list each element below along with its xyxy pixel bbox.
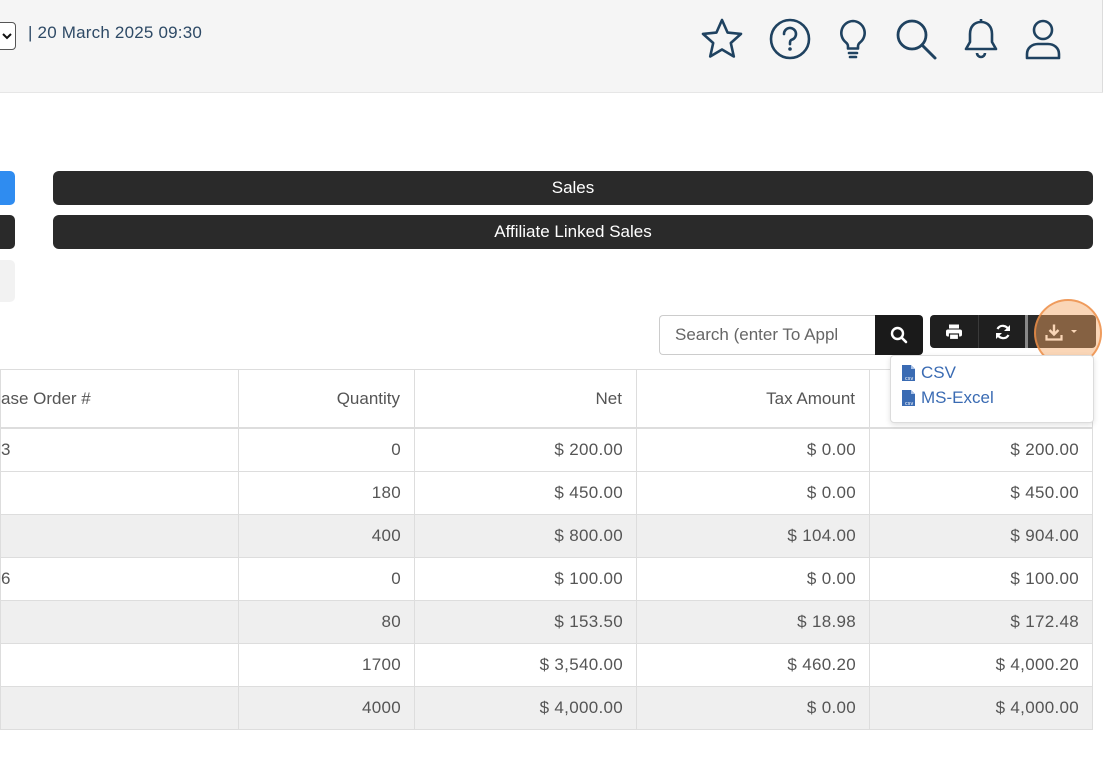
tips-button[interactable]: [827, 14, 879, 64]
cell-purchase-order: 6: [0, 557, 239, 601]
cell-purchase-order: [0, 600, 239, 644]
table-row[interactable]: 1700 $ 3,540.00 $ 460.20 $ 4,000.20: [0, 643, 1093, 687]
cell-tax-amount: $ 0.00: [636, 427, 870, 472]
cell-quantity: 4000: [238, 686, 415, 730]
table-search: [659, 315, 923, 355]
cell-tax-amount: $ 18.98: [636, 600, 870, 644]
csv-file-icon: csv: [902, 365, 915, 382]
print-icon: [946, 324, 962, 340]
cell-quantity: 80: [238, 600, 415, 644]
language-select[interactable]: [0, 22, 16, 50]
cell-net: $ 200.00: [414, 427, 637, 472]
search-input[interactable]: [659, 315, 875, 355]
cell-purchase-order: [0, 471, 239, 515]
cell-total: $ 904.00: [869, 514, 1093, 558]
cell-tax-amount: $ 0.00: [636, 686, 870, 730]
side-tab-light[interactable]: [0, 260, 15, 302]
side-tab-blue[interactable]: [0, 171, 15, 205]
column-header-quantity[interactable]: Quantity: [238, 369, 415, 429]
chevron-down-icon: [2, 33, 12, 40]
favorites-button[interactable]: [696, 14, 748, 64]
bell-icon: [964, 19, 998, 59]
cell-total: $ 100.00: [869, 557, 1093, 601]
cell-net: $ 100.00: [414, 557, 637, 601]
cell-net: $ 450.00: [414, 471, 637, 515]
cell-quantity: 0: [238, 427, 415, 472]
table-row[interactable]: 3 0 $ 200.00 $ 0.00 $ 200.00: [0, 427, 1093, 472]
export-excel-label: MS-Excel: [921, 388, 994, 407]
refresh-button[interactable]: [978, 315, 1026, 348]
cell-quantity: 0: [238, 557, 415, 601]
export-csv-option[interactable]: csv CSV: [901, 362, 956, 384]
cell-purchase-order: [0, 686, 239, 730]
refresh-icon: [995, 324, 1010, 339]
cell-tax-amount: $ 460.20: [636, 643, 870, 687]
search-submit-button[interactable]: [875, 315, 923, 355]
cell-purchase-order: 3: [0, 427, 239, 472]
sales-table: ase Order # Quantity Net Tax Amount 3 0 …: [0, 369, 1093, 730]
affiliate-linked-sales-bar[interactable]: Affiliate Linked Sales: [53, 215, 1093, 249]
cell-purchase-order: [0, 514, 239, 558]
cell-quantity: 180: [238, 471, 415, 515]
user-icon: [1025, 19, 1061, 60]
cell-tax-amount: $ 104.00: [636, 514, 870, 558]
cell-tax-amount: $ 0.00: [636, 557, 870, 601]
sales-bar[interactable]: Sales: [53, 171, 1093, 205]
cell-total: $ 200.00: [869, 427, 1093, 472]
table-row[interactable]: 400 $ 800.00 $ 104.00 $ 904.00: [0, 514, 1093, 558]
table-row[interactable]: 4000 $ 4,000.00 $ 0.00 $ 4,000.00: [0, 686, 1093, 730]
export-menu: csv CSV csv MS-Excel: [890, 355, 1094, 423]
cell-quantity: 400: [238, 514, 415, 558]
side-tab-dark[interactable]: [0, 215, 15, 249]
top-bar: | 20 March 2025 09:30: [0, 0, 1103, 93]
current-datetime: | 20 March 2025 09:30: [28, 23, 203, 42]
help-icon: [769, 18, 811, 60]
export-csv-label: CSV: [921, 363, 956, 382]
cell-net: $ 153.50: [414, 600, 637, 644]
cell-net: $ 3,540.00: [414, 643, 637, 687]
csv-file-icon: csv: [902, 390, 915, 407]
cell-total: $ 450.00: [869, 471, 1093, 515]
search-icon: [896, 19, 937, 60]
cell-total: $ 4,000.00: [869, 686, 1093, 730]
cell-quantity: 1700: [238, 643, 415, 687]
svg-text:csv: csv: [905, 376, 913, 382]
cell-net: $ 4,000.00: [414, 686, 637, 730]
help-button[interactable]: [764, 14, 816, 64]
table-row[interactable]: 6 0 $ 100.00 $ 0.00 $ 100.00: [0, 557, 1093, 601]
export-excel-option[interactable]: csv MS-Excel: [901, 387, 994, 409]
table-row[interactable]: 80 $ 153.50 $ 18.98 $ 172.48: [0, 600, 1093, 644]
svg-text:csv: csv: [905, 401, 913, 407]
column-header-net[interactable]: Net: [414, 369, 637, 429]
cell-net: $ 800.00: [414, 514, 637, 558]
column-header-purchase-order[interactable]: ase Order #: [0, 369, 239, 429]
user-profile-button[interactable]: [1017, 14, 1069, 64]
star-icon: [701, 18, 743, 58]
table-row[interactable]: 180 $ 450.00 $ 0.00 $ 450.00: [0, 471, 1093, 515]
cell-purchase-order: [0, 643, 239, 687]
print-button[interactable]: [930, 315, 978, 348]
lightbulb-icon: [840, 19, 866, 59]
cell-tax-amount: $ 0.00: [636, 471, 870, 515]
search-icon: [890, 326, 908, 344]
notifications-button[interactable]: [955, 14, 1007, 64]
column-header-tax-amount[interactable]: Tax Amount: [636, 369, 870, 429]
cell-total: $ 4,000.20: [869, 643, 1093, 687]
cell-total: $ 172.48: [869, 600, 1093, 644]
search-button[interactable]: [890, 14, 942, 64]
